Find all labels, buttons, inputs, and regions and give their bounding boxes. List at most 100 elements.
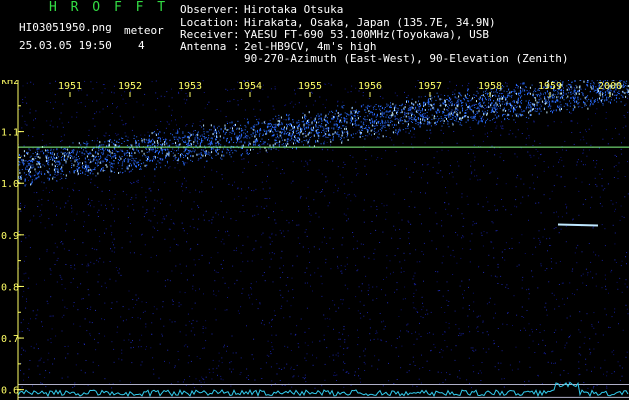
noise-dot <box>598 147 600 149</box>
noise-dot <box>393 144 395 146</box>
signal-dot <box>261 138 263 140</box>
noise-dot <box>104 282 106 284</box>
noise-dot <box>263 324 265 326</box>
noise-dot <box>554 362 556 364</box>
signal-dot <box>274 128 276 130</box>
signal-dot <box>217 127 218 129</box>
signal-dot <box>111 141 113 143</box>
signal-dot <box>452 117 454 119</box>
noise-dot <box>458 335 460 336</box>
signal-dot <box>620 101 622 103</box>
spectrogram-canvas: 1.11.00.90.80.70.6kHz 1951 1952 1953 1954 195… <box>0 80 629 400</box>
noise-dot <box>566 317 568 319</box>
noise-dot <box>145 166 147 168</box>
signal-dot <box>188 152 190 154</box>
noise-dot <box>383 328 385 330</box>
noise-dot <box>325 176 327 178</box>
signal-dot <box>182 132 184 134</box>
noise-dot <box>83 225 84 227</box>
signal-dot <box>98 147 100 150</box>
signal-dot <box>562 83 564 85</box>
noise-dot <box>202 80 204 82</box>
signal-dot <box>388 124 390 127</box>
noise-dot <box>615 202 617 204</box>
signal-dot <box>236 142 237 144</box>
noise-dot <box>171 270 173 272</box>
noise-dot <box>607 143 609 145</box>
signal-dot <box>107 149 108 152</box>
signal-dot <box>492 119 494 121</box>
noise-dot <box>221 174 223 176</box>
noise-dot <box>169 204 171 206</box>
noise-dot <box>606 385 608 387</box>
noise-dot <box>453 131 455 132</box>
signal-dot <box>152 156 154 158</box>
noise-dot <box>384 123 386 125</box>
noise-dot <box>186 279 188 281</box>
signal-dot <box>374 120 376 123</box>
noise-dot <box>576 164 578 166</box>
signal-dot <box>373 130 375 132</box>
signal-dot <box>377 136 379 138</box>
signal-dot <box>50 156 52 159</box>
signal-dot <box>379 128 381 130</box>
noise-dot <box>208 368 210 370</box>
noise-dot <box>280 308 282 309</box>
noise-dot <box>356 270 358 272</box>
noise-dot <box>194 264 196 266</box>
noise-dot <box>152 368 154 370</box>
signal-dot <box>207 131 209 133</box>
noise-dot <box>521 306 523 308</box>
noise-dot <box>192 123 194 125</box>
signal-dot <box>56 148 58 151</box>
noise-dot <box>253 108 255 110</box>
noise-dot <box>84 105 86 107</box>
signal-dot <box>155 148 156 150</box>
signal-dot <box>85 150 87 152</box>
signal-dot <box>402 129 404 131</box>
noise-dot <box>442 350 444 352</box>
signal-dot <box>482 116 483 118</box>
noise-dot <box>368 294 369 296</box>
signal-dot <box>495 108 496 111</box>
noise-dot <box>535 149 537 150</box>
noise-dot <box>205 210 207 212</box>
noise-dot <box>487 265 489 266</box>
signal-dot <box>120 157 122 160</box>
signal-dot <box>126 166 128 168</box>
noise-dot <box>64 288 66 290</box>
signal-dot <box>491 107 493 109</box>
noise-dot <box>357 337 359 338</box>
noise-dot <box>34 179 36 181</box>
noise-dot <box>294 89 295 91</box>
signal-dot <box>364 116 366 118</box>
noise-dot <box>232 184 233 186</box>
noise-dot <box>579 105 581 107</box>
signal-dot <box>186 136 188 139</box>
signal-dot <box>188 139 190 141</box>
signal-dot <box>435 124 437 126</box>
noise-dot <box>268 355 270 357</box>
noise-dot <box>398 212 400 214</box>
noise-dot <box>376 332 378 334</box>
signal-dot <box>368 110 370 113</box>
signal-dot <box>553 97 555 99</box>
noise-dot <box>418 378 420 380</box>
noise-dot <box>280 232 282 234</box>
noise-dot <box>333 192 335 194</box>
noise-dot <box>283 317 285 319</box>
noise-dot <box>500 362 502 364</box>
signal-dot <box>622 95 624 97</box>
signal-dot <box>539 92 541 94</box>
noise-dot <box>626 351 628 353</box>
noise-dot <box>555 262 557 264</box>
signal-dot <box>121 143 123 144</box>
signal-dot <box>194 138 196 140</box>
noise-dot <box>51 224 53 226</box>
signal-dot <box>370 122 372 124</box>
noise-dot <box>29 360 31 361</box>
signal-dot <box>87 142 89 144</box>
noise-dot <box>225 231 226 233</box>
signal-dot <box>39 156 41 159</box>
noise-dot <box>479 315 481 317</box>
